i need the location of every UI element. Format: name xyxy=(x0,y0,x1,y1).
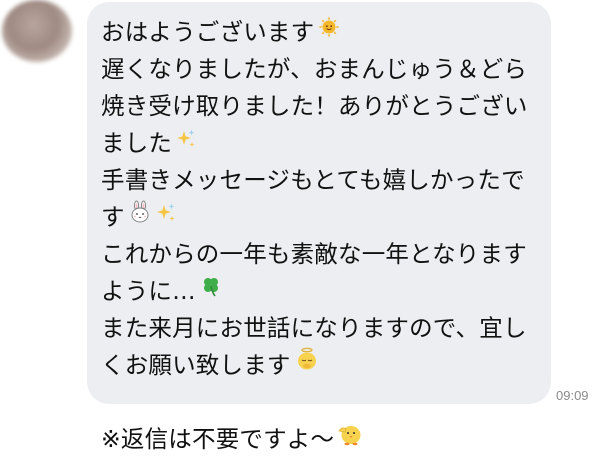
message-line: ました xyxy=(101,125,537,162)
sparkles-icon xyxy=(175,124,197,161)
message-bubble[interactable]: おはようございます 遅くなりましたが、おまんじゅう＆どら 焼き受け取りました！あ… xyxy=(87,2,551,453)
message-line: おはようございます xyxy=(101,14,537,51)
message-line: す xyxy=(101,199,537,236)
message-line: 手書きメッセージもとても嬉しかったで xyxy=(101,166,525,194)
sender-avatar[interactable] xyxy=(2,0,72,62)
bunny-face-icon xyxy=(128,198,152,235)
bowing-angel-icon xyxy=(294,346,320,383)
message-line: これからの一年も素敵な一年となります xyxy=(101,240,527,268)
message-line: ように… xyxy=(101,273,537,310)
message-line: くお願い致します xyxy=(101,347,537,384)
message-line: ※返信は不要ですよ〜 xyxy=(101,421,537,458)
message-line: 遅くなりましたが、おまんじゅう＆どら xyxy=(101,55,528,83)
sparkles-icon xyxy=(155,198,177,235)
message-line: 焼き受け取りました！ありがとうござい xyxy=(101,92,528,120)
message-line: また来月にお世話になりますので、宜し xyxy=(101,314,527,342)
chick-saluting-icon xyxy=(337,420,365,457)
four-leaf-clover-icon xyxy=(199,272,223,309)
message-timestamp: 09:09 xyxy=(556,388,589,403)
message-line xyxy=(101,384,537,421)
sun-face-icon xyxy=(317,13,341,50)
